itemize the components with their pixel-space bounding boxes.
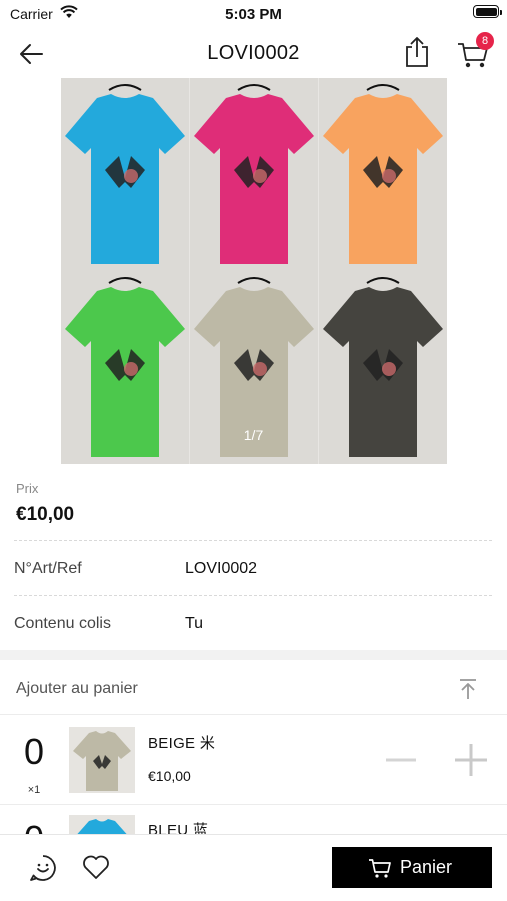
cart-icon <box>369 859 391 878</box>
section-separator <box>0 650 507 660</box>
tshirt-image <box>319 78 447 271</box>
heart-icon[interactable] <box>82 854 110 880</box>
variant-price: €10,00 <box>148 768 191 784</box>
variant-multiplier: ×1 <box>27 784 41 796</box>
detail-label-package: Contenu colis <box>14 615 111 632</box>
variant-thumbnail <box>69 727 135 793</box>
divider <box>14 595 492 596</box>
divider <box>0 714 507 715</box>
add-to-cart-title: Ajouter au panier <box>16 680 138 697</box>
share-icon[interactable] <box>402 36 432 68</box>
chat-icon[interactable] <box>28 853 58 883</box>
product-gallery[interactable]: 1/7 <box>0 78 507 466</box>
variant-quantity[interactable]: 0 <box>16 731 52 773</box>
battery-icon <box>473 5 502 18</box>
tshirt-image <box>61 78 189 271</box>
detail-label-ref: N°Art/Ref <box>14 560 82 577</box>
cart-count-badge: 8 <box>476 32 494 50</box>
detail-value-package: Tu <box>185 615 204 632</box>
status-time: 5:03 PM <box>225 6 282 23</box>
tshirt-image <box>190 78 318 271</box>
variant-name: BEIGE 米 <box>148 735 216 752</box>
decrease-quantity-button[interactable] <box>384 743 418 777</box>
detail-value-ref: LOVI0002 <box>185 560 258 577</box>
status-bar: Carrier 5:03 PM <box>0 0 507 28</box>
cart-button-label: Panier <box>400 857 453 877</box>
product-photo <box>61 78 447 464</box>
price-label: Prix <box>16 481 39 496</box>
increase-quantity-button[interactable] <box>453 742 489 778</box>
scroll-to-top-icon[interactable] <box>456 677 480 701</box>
gallery-page-indicator: 1/7 <box>243 427 264 443</box>
divider <box>0 804 507 805</box>
navigation-bar: LOVI0002 8 <box>0 28 507 78</box>
divider <box>14 540 492 541</box>
price-value: €10,00 <box>16 504 75 525</box>
cart-button[interactable]: Panier <box>332 847 492 888</box>
bottom-toolbar: Panier <box>0 834 507 901</box>
